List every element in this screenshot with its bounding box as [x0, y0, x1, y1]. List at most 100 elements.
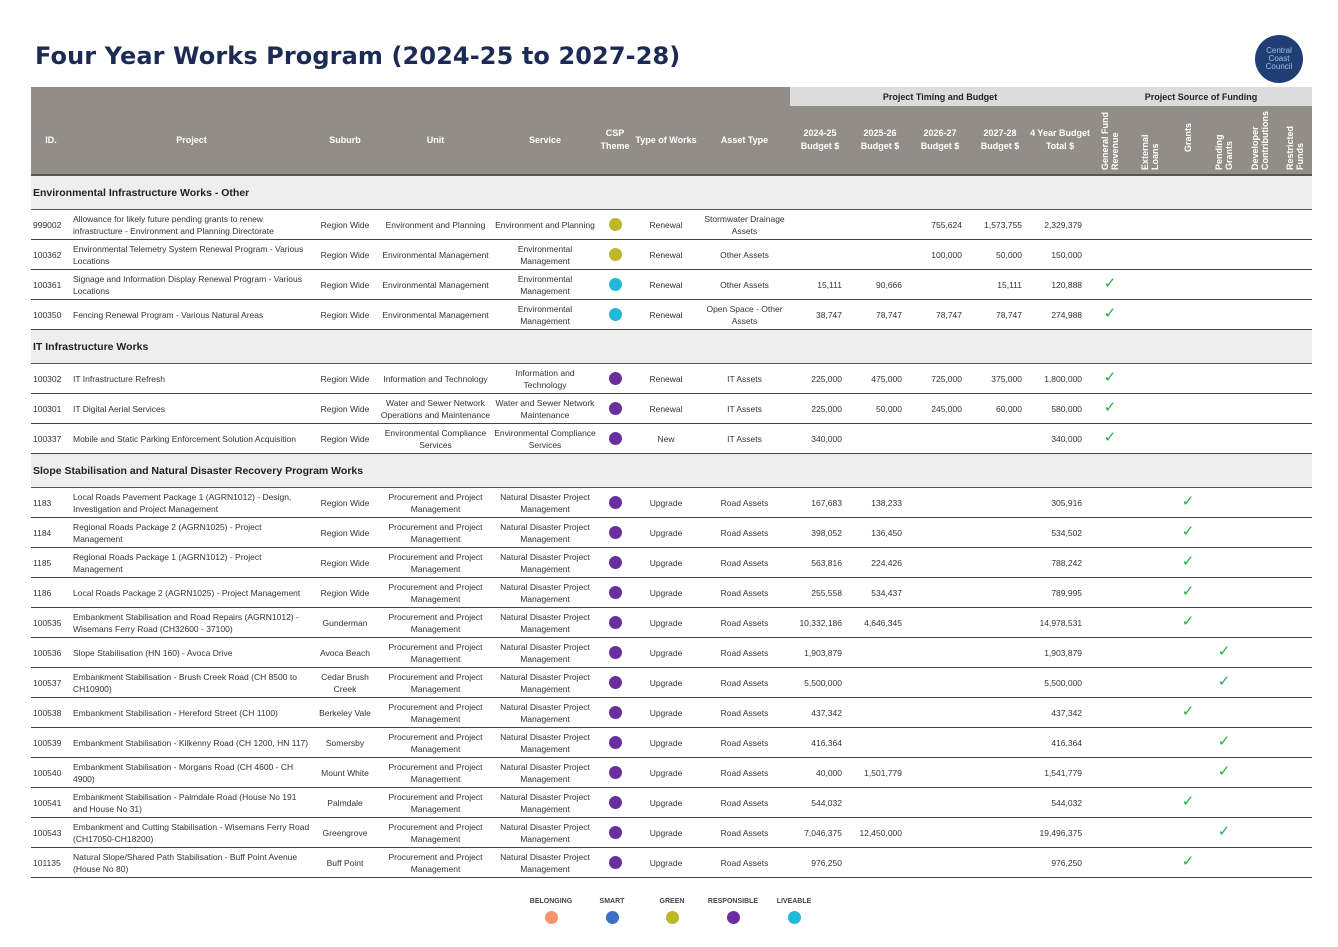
cell-budget-2025-26: 475,000	[850, 363, 910, 394]
cell-fund-general	[1090, 517, 1131, 548]
col-header-external-loans: External Loans	[1140, 134, 1161, 170]
cell-budget-total: 976,250	[1030, 847, 1091, 878]
cell-suburb: Greengrove	[312, 817, 378, 848]
cell-budget-2026-27	[910, 847, 970, 878]
cell-suburb: Avoca Beach	[312, 637, 378, 668]
group-header-row: Project Timing and Budget Project Source…	[31, 87, 1313, 106]
cell-suburb: Region Wide	[312, 393, 378, 424]
csp-theme-dot-responsible	[608, 402, 622, 416]
cell-service: Natural Disaster Project Management	[493, 487, 597, 518]
table-row: 101135 Natural Slope/Shared Path Stabilis…	[31, 847, 1313, 878]
cell-fund-loans	[1130, 487, 1171, 518]
cell-fund-developer	[1242, 547, 1278, 578]
cell-fund-loans	[1130, 547, 1171, 578]
table-row: 1184 Regional Roads Package 2 (AGRN1025) …	[31, 517, 1313, 548]
cell-fund-loans	[1130, 787, 1171, 818]
cell-id: 100350	[31, 299, 71, 330]
legend-dot-green	[665, 911, 679, 924]
cell-csp-theme	[597, 727, 633, 758]
col-header-grants: Grants	[1183, 123, 1194, 153]
cell-project: Embankment Stabilisation and Road Repair…	[71, 607, 312, 638]
cell-budget-2024-25	[790, 239, 850, 270]
cell-fund-developer	[1242, 269, 1278, 300]
cell-fund-developer	[1242, 697, 1278, 728]
cell-fund-loans	[1130, 299, 1171, 330]
cell-asset: IT Assets	[699, 363, 790, 394]
cell-csp-theme	[597, 393, 633, 424]
cell-fund-grants: ✓	[1170, 487, 1207, 518]
cell-id: 100539	[31, 727, 71, 758]
cell-asset: Road Assets	[699, 637, 790, 668]
csp-theme-dot-green	[608, 218, 622, 232]
cell-unit: Environmental Management	[378, 299, 493, 330]
col-header-2024-25: 2024-25 Budget $	[790, 106, 850, 175]
cell-id: 100543	[31, 817, 71, 848]
cell-fund-developer	[1242, 423, 1278, 454]
cell-budget-2025-26	[850, 787, 910, 818]
cell-id: 100337	[31, 423, 71, 454]
cell-fund-pending	[1206, 363, 1243, 394]
cell-fund-developer	[1242, 667, 1278, 698]
cell-budget-2024-25: 10,332,186	[790, 607, 850, 638]
cell-budget-2024-25: 340,000	[790, 423, 850, 454]
cell-suburb: Somersby	[312, 727, 378, 758]
cell-project: Embankment Stabilisation - Brush Creek R…	[71, 667, 312, 698]
cell-fund-restricted	[1277, 667, 1313, 698]
csp-theme-dot-liveable	[608, 308, 622, 322]
cell-budget-2027-28: 78,747	[970, 299, 1030, 330]
cell-service: Environmental Management	[493, 269, 597, 300]
cell-fund-grants: ✓	[1170, 607, 1207, 638]
cell-unit: Procurement and Project Management	[378, 727, 493, 758]
cell-fund-grants: ✓	[1170, 577, 1207, 608]
cell-budget-2027-28	[970, 847, 1030, 878]
cell-fund-loans	[1130, 637, 1171, 668]
check-icon: ✓	[1217, 823, 1231, 840]
cell-budget-2027-28	[970, 607, 1030, 638]
cell-id: 100541	[31, 787, 71, 818]
cell-type: Renewal	[633, 393, 699, 424]
cell-budget-2026-27	[910, 577, 970, 608]
cell-asset: Road Assets	[699, 847, 790, 878]
cell-csp-theme	[597, 787, 633, 818]
table-row: 999002 Allowance for likely future pendin…	[31, 209, 1313, 240]
cell-budget-2024-25: 563,816	[790, 547, 850, 578]
csp-theme-dot-responsible	[608, 556, 622, 570]
cell-id: 100537	[31, 667, 71, 698]
cell-project: Regional Roads Package 1 (AGRN1012) - Pr…	[71, 547, 312, 578]
cell-unit: Environment and Planning	[378, 209, 493, 240]
cell-asset: Road Assets	[699, 607, 790, 638]
cell-unit: Water and Sewer Network Operations and M…	[378, 393, 493, 424]
cell-budget-2026-27: 755,624	[910, 209, 970, 240]
cell-fund-developer	[1242, 299, 1278, 330]
col-header-asset: Asset Type	[699, 106, 790, 175]
cell-unit: Environmental Compliance Services	[378, 423, 493, 454]
legend-item-liveable: LIVEABLE	[754, 898, 834, 929]
cell-service: Environmental Management	[493, 239, 597, 270]
cell-budget-2024-25: 416,364	[790, 727, 850, 758]
cell-service: Natural Disaster Project Management	[493, 727, 597, 758]
cell-csp-theme	[597, 847, 633, 878]
cell-csp-theme	[597, 757, 633, 788]
table-row: 100337 Mobile and Static Parking Enforcem…	[31, 423, 1313, 454]
cell-fund-grants: ✓	[1170, 517, 1207, 548]
cell-unit: Environmental Management	[378, 239, 493, 270]
cell-budget-2027-28	[970, 787, 1030, 818]
csp-theme-dot-responsible	[608, 432, 622, 446]
check-icon: ✓	[1217, 673, 1231, 690]
check-icon: ✓	[1217, 763, 1231, 780]
table-row: 100362 Environmental Telemetry System Ren…	[31, 239, 1313, 270]
cell-service: Environmental Management	[493, 299, 597, 330]
cell-budget-2026-27	[910, 817, 970, 848]
section-header-row: IT Infrastructure Works	[31, 329, 1313, 364]
cell-budget-2026-27: 725,000	[910, 363, 970, 394]
cell-budget-2026-27	[910, 517, 970, 548]
cell-budget-2026-27	[910, 697, 970, 728]
check-icon: ✓	[1103, 369, 1117, 386]
cell-unit: Procurement and Project Management	[378, 577, 493, 608]
cell-fund-general: ✓	[1090, 423, 1131, 454]
cell-budget-2024-25: 398,052	[790, 517, 850, 548]
cell-fund-grants	[1170, 299, 1207, 330]
cell-id: 100302	[31, 363, 71, 394]
cell-fund-restricted	[1277, 637, 1313, 668]
check-icon: ✓	[1217, 733, 1231, 750]
